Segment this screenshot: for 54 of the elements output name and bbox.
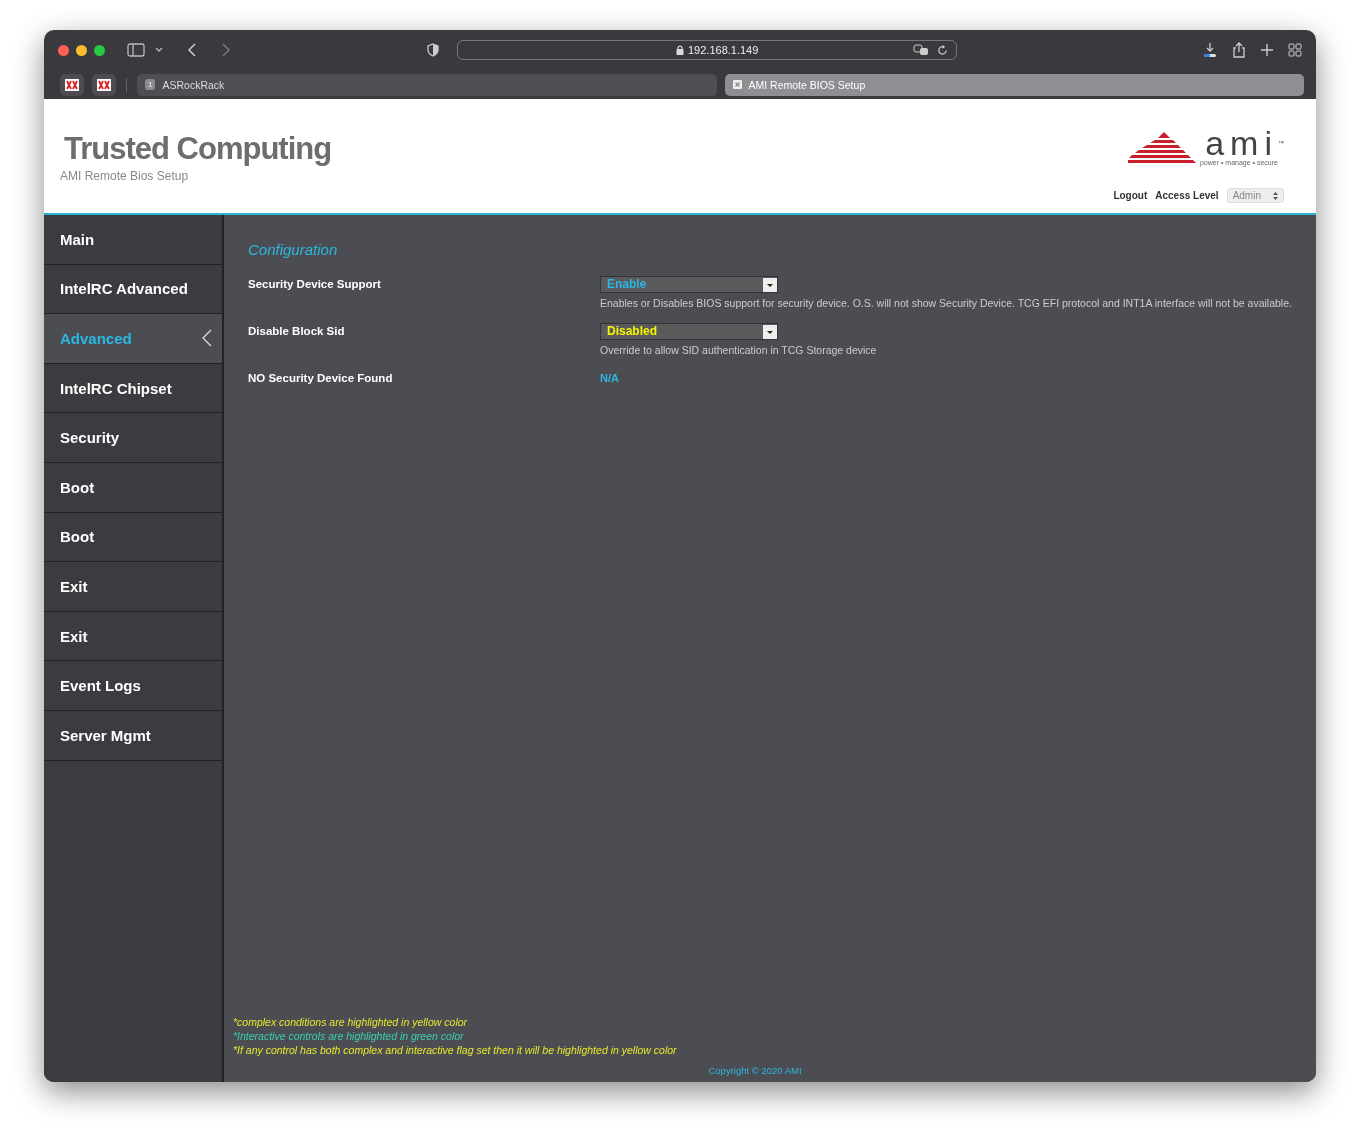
browser-tab[interactable]: 1 ASRockRack — [137, 73, 717, 96]
setting-label: Disable Block Sid — [248, 324, 346, 339]
legend-note: *Interactive controls are highlighted in green color — [233, 1029, 465, 1043]
sidebar-item[interactable]: Exit — [44, 611, 222, 662]
setting-select[interactable]: Disabled — [600, 323, 778, 340]
page-title: Trusted Computing — [63, 131, 332, 167]
page-subtitle: AMI Remote Bios Setup — [60, 169, 190, 183]
sidebar-item[interactable]: IntelRC Chipset — [44, 363, 222, 414]
url-text: 192.168.1.149 — [688, 44, 760, 56]
tab-overview-icon[interactable] — [1288, 43, 1302, 57]
favicon-icon — [65, 78, 79, 91]
access-level-label: Access Level — [1155, 190, 1219, 201]
logout-link[interactable]: Logout — [1113, 190, 1148, 201]
sidebar-item[interactable]: Event Logs — [44, 661, 222, 711]
stepper-icon — [1273, 191, 1278, 200]
setting-label: NO Security Device Found — [248, 371, 394, 386]
chevron-down-icon[interactable] — [155, 47, 163, 53]
close-icon[interactable] — [58, 44, 69, 56]
setting-value: N/A — [600, 371, 620, 384]
legend-note: *If any control has both complex and interactive flag set then it will be highlighted in yellow color — [233, 1043, 678, 1057]
forward-icon[interactable] — [221, 43, 231, 57]
tab-close-icon[interactable] — [732, 80, 742, 89]
pinned-tab[interactable] — [60, 73, 84, 96]
setting-label: Security Device Support — [248, 277, 382, 292]
chevron-left-icon — [202, 329, 212, 348]
sidebar-item[interactable]: Boot — [44, 462, 222, 513]
section-title: Configuration — [248, 241, 339, 258]
sidebar-item[interactable]: Main — [44, 215, 222, 265]
download-icon[interactable] — [1202, 42, 1218, 58]
lock-icon — [676, 45, 684, 55]
setting-help: Override to allow SID authentication in TCG Storage device — [600, 344, 878, 356]
copyright: Copyright © 2020 AMI — [707, 1065, 803, 1076]
shield-icon[interactable] — [427, 43, 439, 57]
pinned-tab[interactable] — [92, 73, 116, 96]
sidebar-icon[interactable] — [127, 43, 145, 57]
favicon-icon — [97, 78, 111, 91]
dropdown-icon — [763, 277, 777, 292]
dropdown-icon — [763, 324, 777, 339]
setting-help: Enables or Disables BIOS support for security device. O.S. will not show Security Device. TCG EFI protocol and INT1A interface will not be available. — [600, 297, 1292, 309]
legend-note: *complex conditions are highlighted in yellow color — [233, 1015, 469, 1029]
sidebar-item[interactable]: Exit — [44, 562, 222, 612]
maximize-icon[interactable] — [94, 44, 105, 56]
back-icon[interactable] — [187, 43, 197, 57]
sidebar-item[interactable]: Security — [44, 413, 222, 463]
sidebar-item[interactable]: Server Mgmt — [44, 710, 222, 761]
reload-icon[interactable] — [937, 44, 948, 56]
address-bar[interactable]: 192.168.1.149 — [457, 40, 957, 60]
sidebar-item[interactable]: Advanced — [44, 314, 222, 364]
tab-number-badge: 1 — [145, 79, 156, 90]
sidebar-item[interactable]: Boot — [44, 512, 222, 563]
minimize-icon[interactable] — [76, 44, 87, 56]
translate-icon[interactable] — [913, 44, 929, 56]
plus-icon[interactable] — [1260, 43, 1274, 57]
share-icon[interactable] — [1232, 42, 1246, 58]
